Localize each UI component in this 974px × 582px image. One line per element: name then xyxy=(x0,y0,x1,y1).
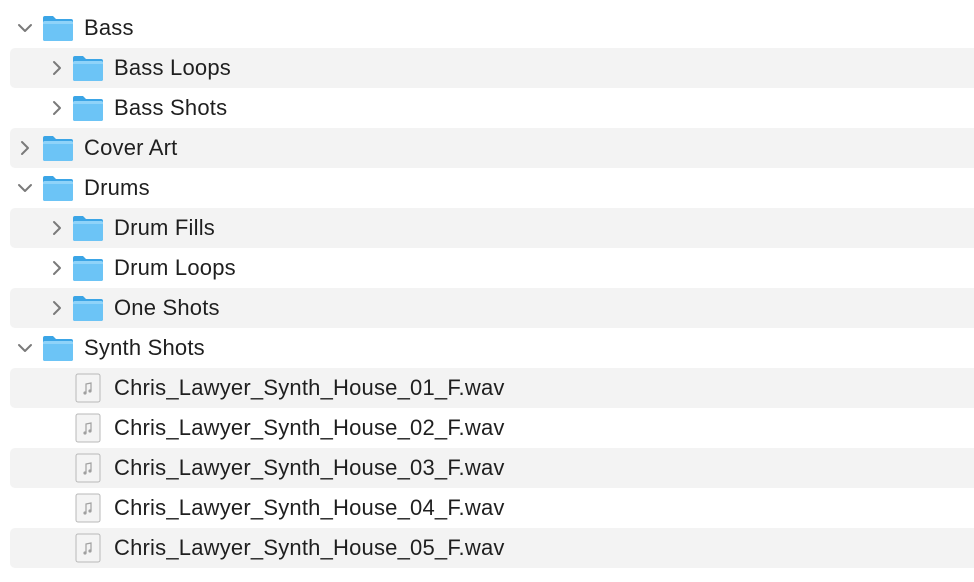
file-label: Chris_Lawyer_Synth_House_01_F.wav xyxy=(114,375,505,400)
audio-file-icon xyxy=(72,412,104,444)
file-label: Chris_Lawyer_Synth_House_04_F.wav xyxy=(114,495,505,520)
folder-label: Cover Art xyxy=(84,135,178,160)
folder-row-synth-shots[interactable]: Synth Shots xyxy=(10,328,974,368)
audio-file-icon xyxy=(72,372,104,404)
folder-row-drum-fills[interactable]: Drum Fills xyxy=(10,208,974,248)
folder-row-bass-loops[interactable]: Bass Loops xyxy=(10,48,974,88)
file-row[interactable]: Chris_Lawyer_Synth_House_01_F.wav xyxy=(10,368,974,408)
folder-label: Bass Shots xyxy=(114,95,228,120)
audio-file-icon xyxy=(72,452,104,484)
folder-icon xyxy=(72,252,104,284)
folder-row-bass-shots[interactable]: Bass Shots xyxy=(10,88,974,128)
folder-label: One Shots xyxy=(114,295,220,320)
chevron-down-icon[interactable] xyxy=(16,19,34,37)
chevron-right-icon[interactable] xyxy=(48,219,66,237)
chevron-down-icon[interactable] xyxy=(16,339,34,357)
file-label: Chris_Lawyer_Synth_House_05_F.wav xyxy=(114,535,505,560)
file-label: Chris_Lawyer_Synth_House_02_F.wav xyxy=(114,415,505,440)
folder-icon xyxy=(72,212,104,244)
folder-row-cover-art[interactable]: Cover Art xyxy=(10,128,974,168)
folder-icon xyxy=(42,12,74,44)
audio-file-icon xyxy=(72,492,104,524)
folder-row-drums[interactable]: Drums xyxy=(10,168,974,208)
folder-label: Bass xyxy=(84,15,134,40)
chevron-down-icon[interactable] xyxy=(16,179,34,197)
folder-icon xyxy=(42,172,74,204)
folder-label: Synth Shots xyxy=(84,335,205,360)
folder-icon xyxy=(42,132,74,164)
folder-label: Bass Loops xyxy=(114,55,231,80)
audio-file-icon xyxy=(72,532,104,564)
file-tree: Bass Bass Loops Bass Shots Cover Art Dru… xyxy=(0,0,974,568)
folder-row-one-shots[interactable]: One Shots xyxy=(10,288,974,328)
folder-label: Drum Loops xyxy=(114,255,236,280)
folder-icon xyxy=(72,52,104,84)
chevron-right-icon[interactable] xyxy=(48,59,66,77)
folder-icon xyxy=(72,92,104,124)
chevron-right-icon[interactable] xyxy=(16,139,34,157)
folder-label: Drum Fills xyxy=(114,215,215,240)
file-label: Chris_Lawyer_Synth_House_03_F.wav xyxy=(114,455,505,480)
chevron-right-icon[interactable] xyxy=(48,299,66,317)
chevron-right-icon[interactable] xyxy=(48,259,66,277)
folder-icon xyxy=(42,332,74,364)
file-row[interactable]: Chris_Lawyer_Synth_House_05_F.wav xyxy=(10,528,974,568)
folder-row-drum-loops[interactable]: Drum Loops xyxy=(10,248,974,288)
folder-row-bass[interactable]: Bass xyxy=(10,8,974,48)
file-row[interactable]: Chris_Lawyer_Synth_House_04_F.wav xyxy=(10,488,974,528)
file-row[interactable]: Chris_Lawyer_Synth_House_02_F.wav xyxy=(10,408,974,448)
folder-icon xyxy=(72,292,104,324)
file-row[interactable]: Chris_Lawyer_Synth_House_03_F.wav xyxy=(10,448,974,488)
folder-label: Drums xyxy=(84,175,150,200)
chevron-right-icon[interactable] xyxy=(48,99,66,117)
